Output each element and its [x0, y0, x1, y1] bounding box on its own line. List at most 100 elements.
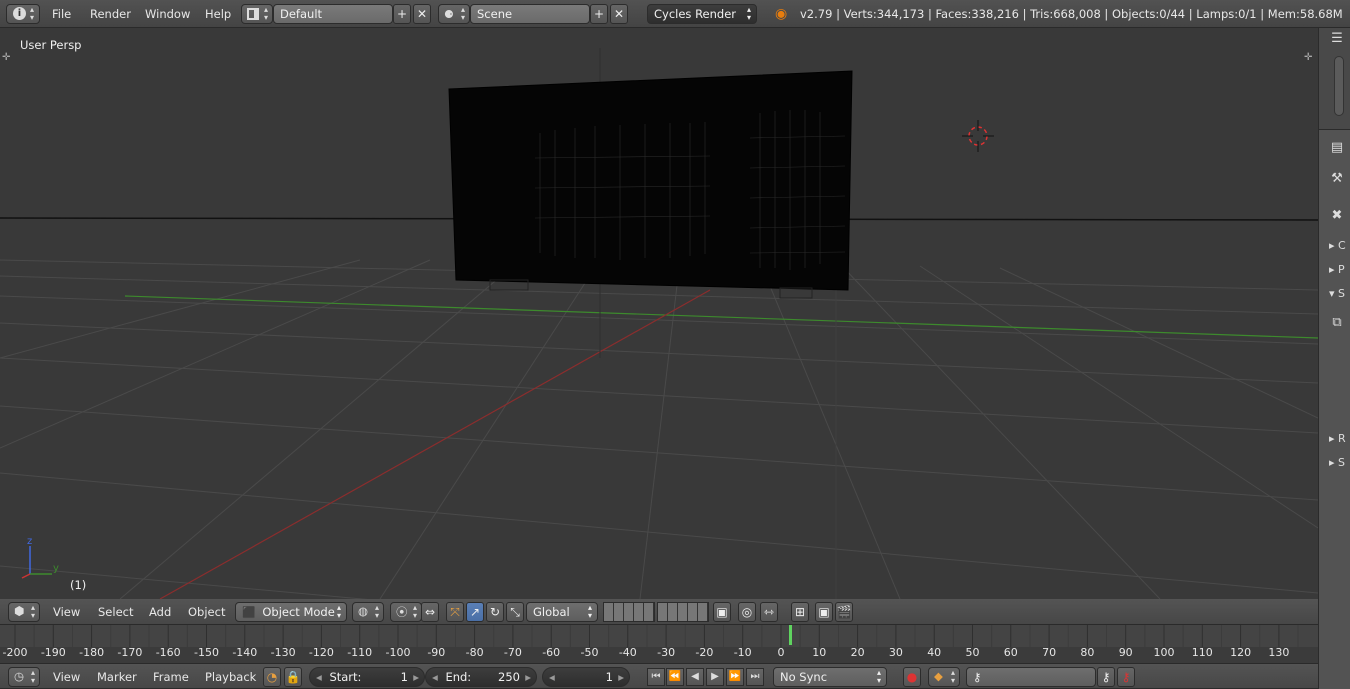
start-frame-field[interactable]: ◂ Start: 1 ▸	[309, 667, 425, 687]
properties-panel-edge[interactable]: ☰ ▤ ⚒ ✖ ▸ C ▸ P ▾ S ⧉ ▸ R ▸ S	[1318, 28, 1350, 689]
translate-manipulator-icon[interactable]: ↗	[466, 602, 484, 622]
scene-selector[interactable]: ⚈ ▴ ▾	[438, 4, 470, 24]
outliner-icon[interactable]: ☰	[1327, 31, 1347, 49]
snap-element-icon[interactable]: ⊞	[791, 602, 809, 622]
timeline-area[interactable]: -200 -190 -180 -170 -160 -150 -140 -130 -120 -110…	[0, 625, 1318, 663]
layout-name-field[interactable]: Default	[273, 4, 393, 24]
screen-layout-selector[interactable]: ▴ ▾	[241, 4, 273, 24]
menu-marker[interactable]: Marker	[97, 670, 137, 684]
timeline-playhead[interactable]	[789, 625, 792, 645]
scale-manipulator-icon[interactable]: ⤡	[506, 602, 524, 622]
menu-object[interactable]: Object	[188, 605, 225, 619]
pivot-point-select[interactable]: ⦿ ▴ ▾	[390, 602, 422, 622]
scene-layers-grid-1[interactable]	[603, 602, 655, 622]
timeline-tick-label: -60	[542, 646, 561, 659]
play-reverse-icon[interactable]: ◀	[686, 668, 704, 686]
current-frame-field[interactable]: ◂ 1 ▸	[542, 667, 630, 687]
timeline-tick-label: 10	[812, 646, 827, 659]
chevron-updown-icon: ▴ ▾	[951, 668, 956, 685]
rotate-manipulator-icon[interactable]: ↻	[486, 602, 504, 622]
object-mode-icon: ⬛	[242, 606, 256, 619]
layer-lock-icon[interactable]: ▣	[713, 602, 731, 622]
panel-label-s[interactable]: ▾ S	[1329, 287, 1345, 300]
menu-render[interactable]: Render	[90, 7, 131, 21]
timeline-tick-label: -40	[618, 646, 637, 659]
menu-add[interactable]: Add	[149, 605, 171, 619]
interaction-mode-select[interactable]: ⬛ Object Mode ▴ ▾	[235, 602, 347, 622]
mesh-object[interactable]	[448, 70, 853, 299]
menu-playback[interactable]: Playback	[205, 670, 256, 684]
wrench-tools-icon[interactable]: ⚒	[1327, 171, 1347, 189]
scene-layers-grid-2[interactable]	[657, 602, 709, 622]
keying-set-select[interactable]: ◆ ▴ ▾	[928, 667, 960, 687]
properties-editor-icon[interactable]: ▤	[1327, 140, 1347, 158]
remove-layout-button[interactable]: ✕	[413, 4, 431, 24]
manipulator-toggle-icon[interactable]: ⇔	[421, 602, 439, 622]
jump-to-end-icon[interactable]: ⏭	[746, 668, 764, 686]
outliner-edge[interactable]: ☰	[1319, 28, 1350, 130]
arrow-right-icon: ▸	[525, 670, 531, 684]
sync-mode-select[interactable]: No Sync ▴ ▾	[773, 667, 887, 687]
snap-toggle-icon[interactable]: ⇿	[760, 602, 778, 622]
close-icon[interactable]: ✖	[1327, 208, 1347, 226]
cube-icon: ⬢	[14, 604, 25, 618]
render-engine-select[interactable]: Cycles Render ▴ ▾	[647, 4, 757, 24]
arrow-right-icon: ▸	[413, 670, 419, 684]
menu-select[interactable]: Select	[98, 605, 133, 619]
viewport-shading-select[interactable]: ◍ ▴ ▾	[352, 602, 384, 622]
menu-view[interactable]: View	[53, 670, 80, 684]
keyframe-icon: ◆	[934, 669, 943, 683]
3d-viewport[interactable]: ✛ ✛ User Persp z y (1)	[0, 28, 1318, 599]
add-scene-button[interactable]: +	[590, 4, 608, 24]
record-icon[interactable]: ●	[903, 667, 921, 687]
corner-widget-plus-icon[interactable]: ✛	[1304, 52, 1313, 63]
start-value: 1	[400, 670, 408, 684]
remove-scene-button[interactable]: ✕	[610, 4, 628, 24]
current-frame-value: 1	[605, 670, 613, 684]
menu-window[interactable]: Window	[145, 7, 190, 21]
jump-to-keyframe-back-icon[interactable]: ⏪	[666, 668, 684, 686]
menu-file[interactable]: File	[52, 7, 71, 21]
arrow-left-icon: ◂	[549, 670, 555, 684]
insert-keyframe-icon[interactable]: ⚷	[1097, 667, 1115, 687]
menu-view[interactable]: View	[53, 605, 80, 619]
proportional-edit-icon[interactable]: ◎	[738, 602, 756, 622]
timeline-frame-ruler[interactable]	[0, 625, 1318, 647]
end-frame-field[interactable]: ◂ End: 250 ▸	[425, 667, 537, 687]
lock-range-icon[interactable]: 🔒	[284, 667, 302, 687]
panel-label-r[interactable]: ▸ R	[1329, 432, 1346, 445]
preview-range-icon[interactable]: ◔	[263, 667, 281, 687]
blender-logo-icon: ◉	[775, 6, 788, 22]
timeline-tick-label: -200	[2, 646, 28, 659]
panel-label-p[interactable]: ▸ P	[1329, 263, 1345, 276]
play-icon[interactable]: ▶	[706, 668, 724, 686]
panel-label-s2[interactable]: ▸ S	[1329, 456, 1345, 469]
add-layout-button[interactable]: +	[393, 4, 411, 24]
panel-label-c[interactable]: ▸ C	[1329, 239, 1346, 252]
layers-icon[interactable]: ⧉	[1327, 315, 1347, 333]
menu-frame[interactable]: Frame	[153, 670, 189, 684]
transform-orientation-select[interactable]: Global ▴ ▾	[526, 602, 598, 622]
timeline-tick-label: 40	[927, 646, 942, 659]
3d-cursor-icon[interactable]	[962, 120, 994, 152]
clapperboard-icon[interactable]: 🎬	[835, 602, 853, 622]
timeline-tick-label: 110	[1191, 646, 1213, 659]
editor-type-info-button[interactable]: i ▴ ▾	[6, 4, 40, 24]
editor-type-3d-button[interactable]: ⬢ ▴ ▾	[8, 602, 40, 622]
timeline-tick-label: -100	[385, 646, 411, 659]
outliner-scrollbar[interactable]	[1334, 56, 1344, 116]
jump-to-start-icon[interactable]: ⏮	[647, 668, 665, 686]
start-label: Start:	[329, 670, 362, 684]
manipulator-transform-icon[interactable]: ⤧	[446, 602, 464, 622]
timeline-tick-label: -120	[308, 646, 334, 659]
editor-type-timeline-button[interactable]: ◷ ▴ ▾	[8, 667, 40, 687]
timeline-tick-label: -70	[503, 646, 522, 659]
viewport-canvas[interactable]: ✛ ✛	[0, 28, 1318, 599]
jump-to-keyframe-forward-icon[interactable]: ⏩	[726, 668, 744, 686]
render-camera-icon[interactable]: ▣	[815, 602, 833, 622]
delete-keyframe-icon[interactable]: ⚷	[1117, 667, 1135, 687]
corner-widget-plus-icon[interactable]: ✛	[2, 52, 11, 63]
scene-name-field[interactable]: Scene	[470, 4, 590, 24]
active-keying-set-field[interactable]: ⚷	[966, 667, 1096, 687]
menu-help[interactable]: Help	[205, 7, 231, 21]
